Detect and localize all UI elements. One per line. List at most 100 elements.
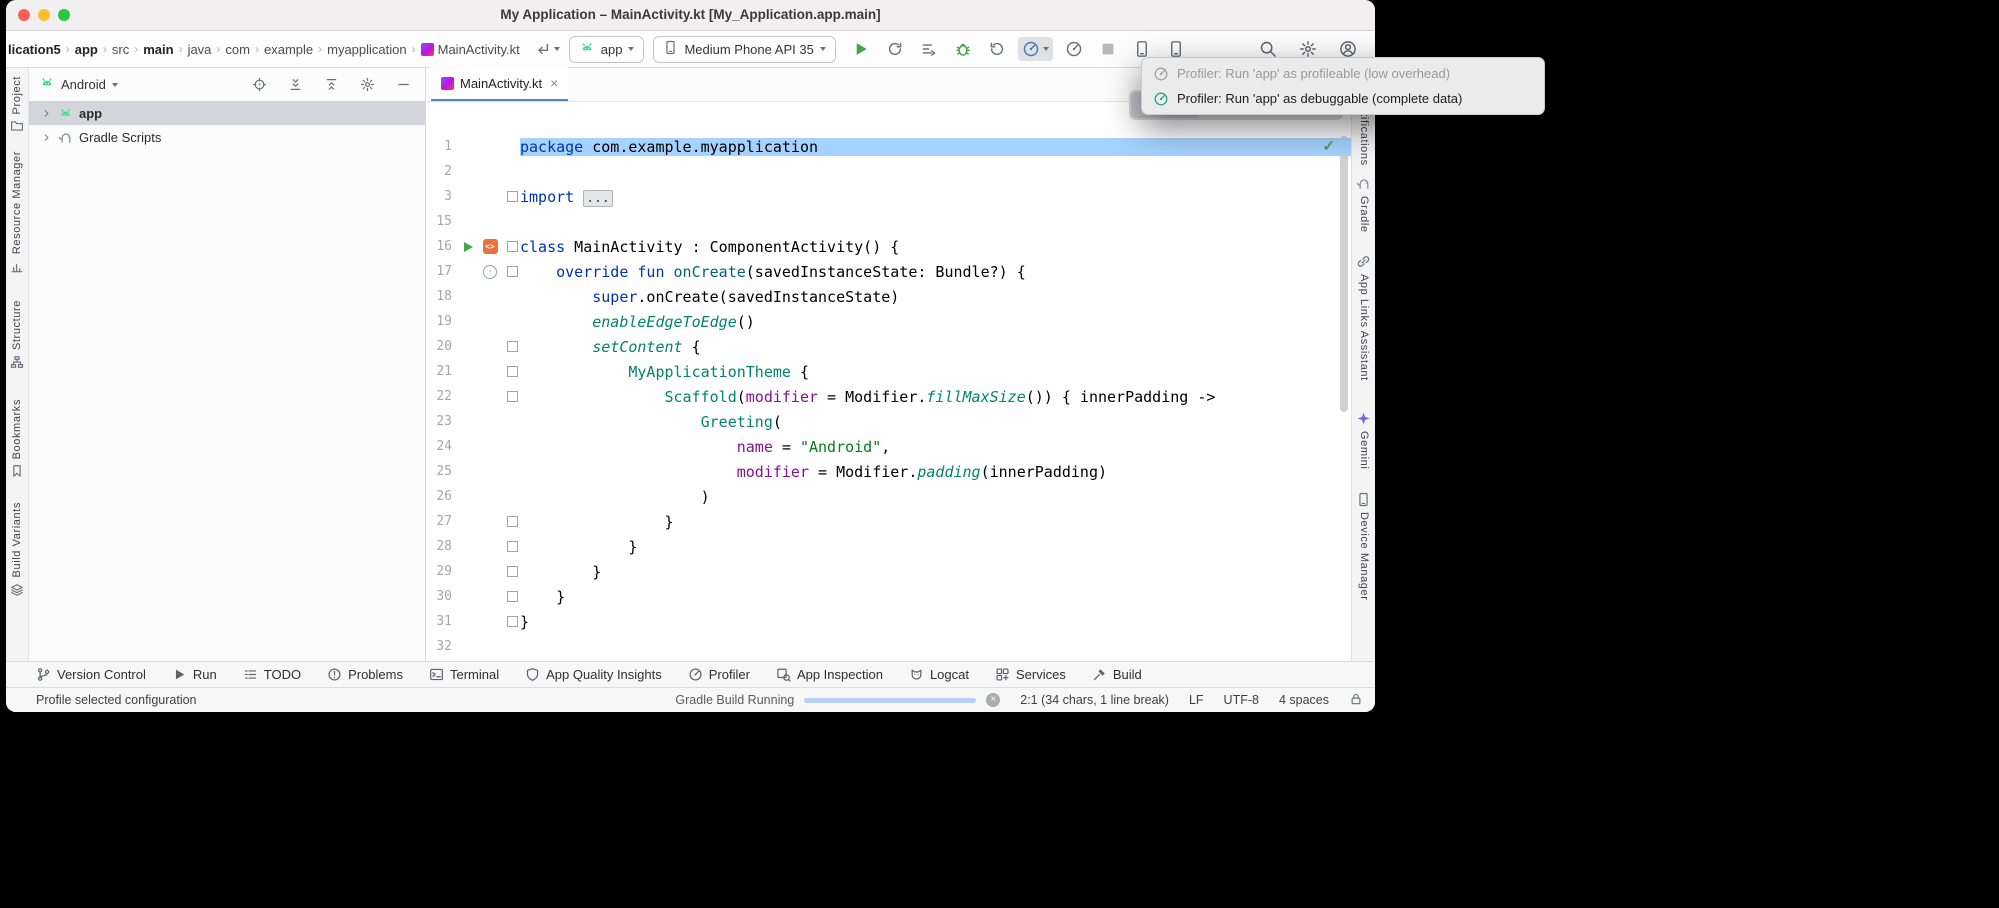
profiler-menu-item[interactable]: Profiler: Run 'app' as profileable (low … xyxy=(1142,61,1544,86)
breadcrumb-item[interactable]: myapplication xyxy=(327,42,407,57)
caret-position[interactable]: 2:1 (34 chars, 1 line break) xyxy=(1020,693,1169,707)
project-view-selector[interactable]: Android xyxy=(61,77,106,92)
breadcrumb-item[interactable]: app xyxy=(75,42,98,57)
tool-button-profiler[interactable]: Profiler xyxy=(688,667,750,682)
tool-button-problems[interactable]: Problems xyxy=(327,667,403,682)
code-line[interactable]: 1package com.example.myapplication✓ xyxy=(426,134,1351,159)
collapse-all-button[interactable] xyxy=(320,74,343,95)
breadcrumb-item[interactable]: main xyxy=(143,42,173,57)
code-line[interactable]: 30 } xyxy=(426,584,1351,609)
code-line[interactable]: 31} xyxy=(426,609,1351,634)
fold-marker[interactable] xyxy=(507,591,518,602)
code-line[interactable]: 29 } xyxy=(426,559,1351,584)
fold-marker[interactable] xyxy=(507,391,518,402)
code-line[interactable]: 20 setContent { xyxy=(426,334,1351,359)
fold-marker[interactable] xyxy=(507,366,518,377)
profiler-menu-item[interactable]: Profiler: Run 'app' as debuggable (compl… xyxy=(1142,86,1544,111)
tool-button-version-control[interactable]: Version Control xyxy=(36,667,146,682)
tree-row-app[interactable]: app xyxy=(29,101,425,125)
line-ending-indicator[interactable]: LF xyxy=(1189,693,1204,707)
code-line[interactable]: 26 ) xyxy=(426,484,1351,509)
code-line[interactable]: 18 super.onCreate(savedInstanceState) xyxy=(426,284,1351,309)
code-line[interactable]: 24 name = "Android", xyxy=(426,434,1351,459)
run-class-gutter-icon[interactable] xyxy=(458,237,478,257)
breadcrumb-item[interactable]: MainActivity.kt xyxy=(421,42,520,57)
code-line[interactable]: 19 enableEdgeToEdge() xyxy=(426,309,1351,334)
title-bar[interactable]: My Application – MainActivity.kt [My_App… xyxy=(6,0,1375,31)
cancel-build-icon[interactable]: × xyxy=(986,693,1000,707)
tool-button-logcat[interactable]: Logcat xyxy=(909,667,969,682)
sidebar-item-bookmarks[interactable]: Bookmarks xyxy=(10,399,24,478)
hide-panel-button[interactable] xyxy=(392,74,415,95)
tool-button-run[interactable]: Run xyxy=(172,667,217,682)
code-line[interactable]: 21 MyApplicationTheme { xyxy=(426,359,1351,384)
apply-changes-button[interactable] xyxy=(882,37,908,61)
code-line[interactable]: 27 } xyxy=(426,509,1351,534)
sidebar-item-resource-manager[interactable]: Resource Manager xyxy=(10,151,24,273)
fold-marker[interactable] xyxy=(507,266,518,277)
fold-marker[interactable] xyxy=(507,616,518,627)
tool-button-services[interactable]: Services xyxy=(995,667,1066,682)
code-line-text: Greeting( xyxy=(520,413,1351,431)
breadcrumb-item[interactable]: lication5 xyxy=(8,42,61,57)
sidebar-item-project[interactable]: Project xyxy=(10,76,24,133)
profiler-low-overhead-button[interactable] xyxy=(1061,37,1087,61)
code-area[interactable]: 1package com.example.myapplication✓23imp… xyxy=(426,102,1351,661)
code-line[interactable]: 3import ... xyxy=(426,184,1351,209)
code-line[interactable]: 15 xyxy=(426,209,1351,234)
override-gutter-icon[interactable]: ↑ xyxy=(480,262,500,282)
apply-code-changes-button[interactable] xyxy=(916,37,942,61)
fold-marker[interactable] xyxy=(507,241,518,252)
fold-marker[interactable] xyxy=(507,566,518,577)
sidebar-item-structure[interactable]: Structure xyxy=(10,300,24,369)
tool-stripe-label: App Links Assistant xyxy=(1358,274,1369,381)
tool-button-app-quality-insights[interactable]: App Quality Insights xyxy=(525,667,662,682)
sidebar-item-build-variants[interactable]: Build Variants xyxy=(10,502,24,596)
fold-marker[interactable] xyxy=(507,541,518,552)
breadcrumb-item[interactable]: com xyxy=(225,42,250,57)
code-line[interactable]: 32 xyxy=(426,634,1351,659)
breadcrumb-item[interactable]: java xyxy=(188,42,212,57)
sidebar-item-device-manager[interactable]: Device Manager xyxy=(1356,492,1371,601)
line-number: 23 xyxy=(426,414,452,429)
gradle-build-progress: Gradle Build Running × xyxy=(675,693,1000,707)
code-line[interactable]: 17↑ override fun onCreate(savedInstanceS… xyxy=(426,259,1351,284)
stop-button[interactable] xyxy=(1095,37,1121,61)
run-button[interactable] xyxy=(848,37,874,61)
tool-button-terminal[interactable]: Terminal xyxy=(429,667,499,682)
tree-row-gradle-scripts[interactable]: Gradle Scripts xyxy=(29,125,425,149)
tool-button-todo[interactable]: TODO xyxy=(243,667,301,682)
debug-button[interactable] xyxy=(950,37,976,61)
device-select[interactable]: Medium Phone API 35 xyxy=(653,36,835,63)
code-line[interactable]: 16<>class MainActivity : ComponentActivi… xyxy=(426,234,1351,259)
code-line[interactable]: 23 Greeting( xyxy=(426,409,1351,434)
code-line[interactable]: 22 Scaffold(modifier = Modifier.fillMaxS… xyxy=(426,384,1351,409)
stop-icon xyxy=(1099,40,1117,58)
sync-project-button[interactable] xyxy=(534,41,560,58)
sidebar-item-gemini[interactable]: Gemini xyxy=(1356,411,1371,469)
code-line[interactable]: 28 } xyxy=(426,534,1351,559)
fold-marker[interactable] xyxy=(507,341,518,352)
indent-indicator[interactable]: 4 spaces xyxy=(1279,693,1329,707)
code-line[interactable]: 2 xyxy=(426,159,1351,184)
retry-debugger-button[interactable] xyxy=(984,37,1010,61)
todo-icon xyxy=(243,667,258,682)
editor-tab-mainactivity[interactable]: MainActivity.kt × xyxy=(431,67,568,101)
project-options-button[interactable] xyxy=(356,74,379,95)
fold-marker[interactable] xyxy=(507,516,518,527)
tool-button-build[interactable]: Build xyxy=(1092,667,1142,682)
expand-all-button[interactable] xyxy=(284,74,307,95)
code-line[interactable]: 25 modifier = Modifier.padding(innerPadd… xyxy=(426,459,1351,484)
sidebar-item-gradle[interactable]: Gradle xyxy=(1356,176,1371,233)
fold-marker[interactable] xyxy=(507,191,518,202)
run-configuration-select[interactable]: app xyxy=(569,36,645,63)
encoding-indicator[interactable]: UTF-8 xyxy=(1224,693,1259,707)
close-tab-icon[interactable]: × xyxy=(550,75,558,91)
compose-marker-icon[interactable]: <> xyxy=(480,237,500,257)
profiler-button[interactable] xyxy=(1018,37,1053,61)
breadcrumb-item[interactable]: src xyxy=(112,42,129,57)
breadcrumb-item[interactable]: example xyxy=(264,42,313,57)
sidebar-item-app-links-assistant[interactable]: App Links Assistant xyxy=(1356,254,1371,381)
select-opened-file-button[interactable] xyxy=(248,74,271,95)
tool-button-app-inspection[interactable]: App Inspection xyxy=(776,667,883,682)
